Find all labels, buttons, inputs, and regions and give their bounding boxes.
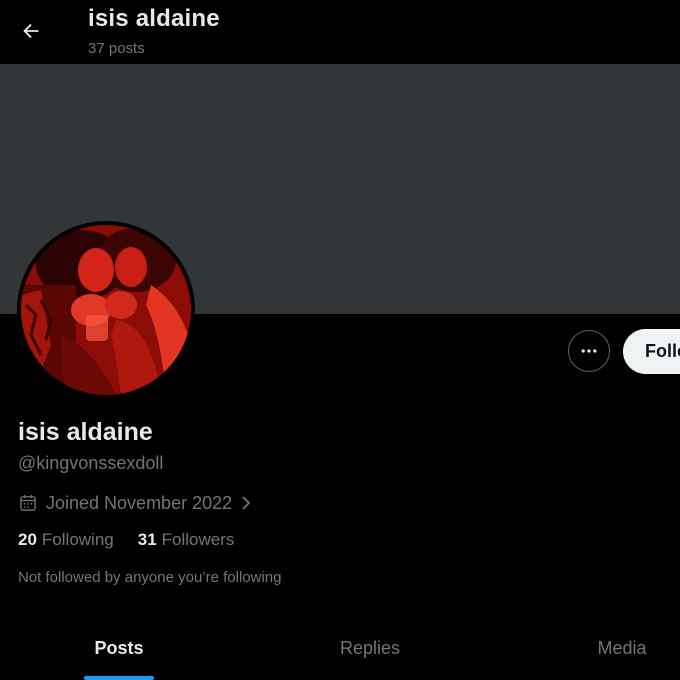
joined-date[interactable]: Joined November 2022	[18, 490, 254, 516]
follow-button[interactable]: Follow	[623, 329, 680, 374]
following-label: Following	[41, 530, 114, 549]
tab-replies[interactable]: Replies	[285, 620, 455, 680]
post-count: 37 posts	[88, 40, 145, 57]
header-title: isis aldaine	[88, 5, 220, 32]
profile-display-name: isis aldaine	[18, 418, 153, 446]
tab-posts[interactable]: Posts	[34, 620, 204, 680]
profile-tabs: Posts Replies Media	[0, 620, 680, 680]
profile-handle: @kingvonssexdoll	[18, 453, 164, 473]
joined-text: Joined November 2022	[46, 492, 233, 513]
profile-header: isis aldaine 37 posts	[0, 0, 680, 64]
more-options-button[interactable]	[568, 330, 610, 372]
followers-label: Followers	[161, 530, 235, 549]
avatar-image	[21, 225, 191, 395]
followers-count: 31	[137, 530, 157, 549]
arrow-left-icon	[20, 20, 42, 42]
tab-media[interactable]: Media	[537, 620, 680, 680]
more-horizontal-icon	[579, 341, 599, 361]
following-count: 20	[18, 530, 37, 549]
followers-link[interactable]: 31 Followers	[138, 530, 235, 550]
profile-page: isis aldaine 37 posts Foll isis aldaine …	[0, 0, 680, 680]
not-followed-notice: Not followed by anyone you’re following	[18, 569, 282, 586]
chevron-right-icon	[238, 493, 254, 513]
back-button[interactable]	[12, 12, 50, 50]
calendar-icon	[18, 493, 38, 513]
following-link[interactable]: 20 Following	[18, 530, 114, 550]
follow-stats: 20 Following 31 Followers	[18, 530, 258, 550]
avatar[interactable]	[17, 221, 195, 399]
active-tab-indicator	[84, 676, 154, 680]
